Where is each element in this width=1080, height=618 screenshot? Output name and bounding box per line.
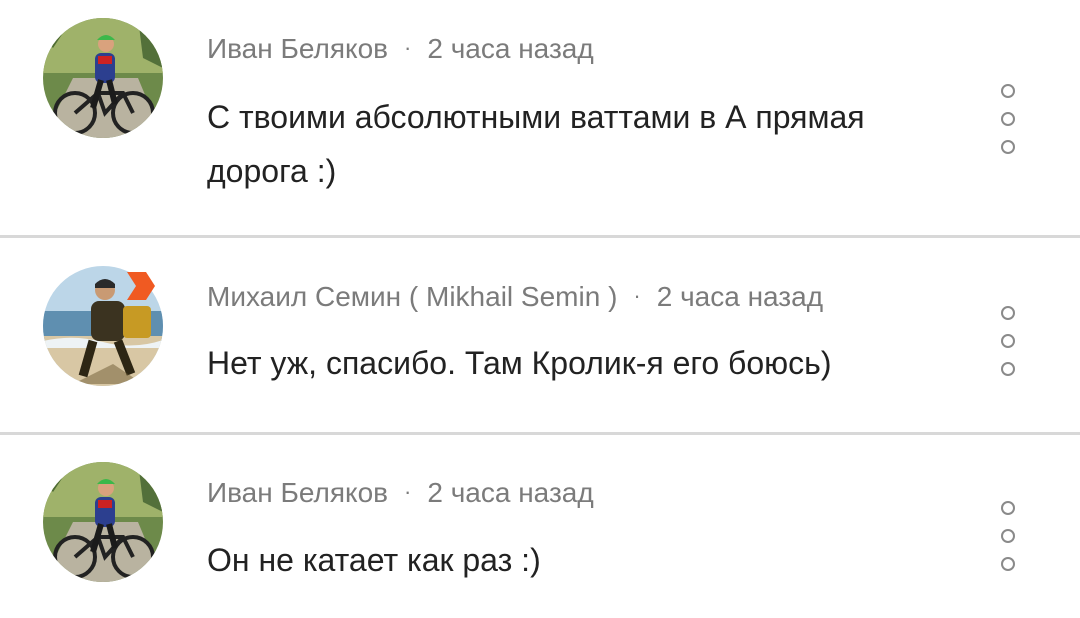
author-name[interactable]: Иван Беляков: [207, 33, 388, 64]
author-name[interactable]: Михаил Семин ( Mikhail Semin ): [207, 281, 617, 312]
separator-dot: ·: [404, 479, 412, 504]
timestamp: 2 часа назад: [427, 33, 594, 64]
author-name[interactable]: Иван Беляков: [207, 477, 388, 508]
comment-item: Михаил Семин ( Mikhail Semin ) · 2 часа на…: [0, 238, 1080, 435]
comment-text: С твоими абсолютными ваттами в А прямая …: [207, 99, 865, 189]
comment-text: Он не катает как раз :): [207, 542, 541, 578]
timestamp: 2 часа назад: [656, 281, 824, 312]
comment-meta: Михаил Семин ( Mikhail Semin ) · 2 часа на…: [207, 280, 823, 316]
more-vertical-icon[interactable]: [994, 501, 1022, 571]
more-vertical-icon[interactable]: [994, 306, 1022, 376]
comment-meta: Иван Беляков · 2 часа назад: [207, 476, 594, 512]
timestamp: 2 часа назад: [427, 477, 594, 508]
cyclist-avatar: [43, 462, 163, 582]
cyclist-avatar: [43, 18, 163, 138]
more-vertical-icon[interactable]: [994, 84, 1022, 154]
play-badge-icon: [127, 272, 155, 300]
separator-dot: ·: [404, 35, 412, 60]
comments-list: Иван Беляков · 2 часа назад С твоими абсол…: [0, 0, 1080, 618]
comment-meta: Иван Беляков · 2 часа назад: [207, 32, 594, 68]
separator-dot: ·: [633, 283, 641, 308]
comment-text: Нет уж, спасибо. Там Кролик-я его боюсь): [207, 345, 832, 381]
avatar[interactable]: [43, 462, 163, 582]
comment-item: Иван Беляков · 2 часа назад С твоими абсол…: [0, 0, 1080, 238]
comment-item: Иван Беляков · 2 часа назад Он не катает к…: [0, 433, 1080, 618]
avatar[interactable]: [43, 18, 163, 138]
